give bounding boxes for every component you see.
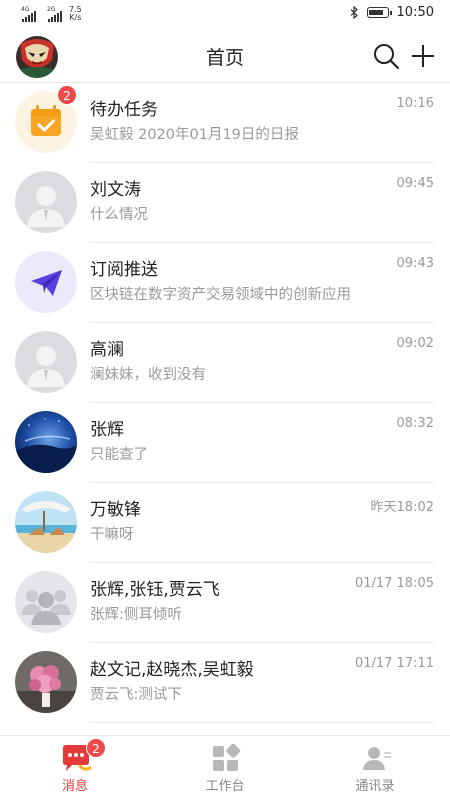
conversation-name: 万敏锋: [90, 500, 141, 520]
conversation-time: 10:16: [396, 96, 434, 111]
conversation-preview: 澜妹妹，收到没有: [90, 367, 206, 383]
conversation-name: 订阅推送: [90, 260, 158, 280]
conversation-preview: 吴虹毅 2020年01月19日的日报: [90, 127, 299, 143]
tab-contacts[interactable]: 通讯录: [300, 736, 450, 800]
status-right: 10:50: [350, 5, 434, 20]
tab-workbench[interactable]: 工作台: [150, 736, 300, 800]
status-left: 4G 2G 7.5 K/s: [21, 6, 82, 22]
conversation-time: 09:45: [396, 176, 434, 191]
paper-plane-icon: [31, 270, 62, 296]
conversation-preview: 只能查了: [90, 447, 148, 463]
workbench-grid-icon: [213, 744, 241, 771]
messages-badge: 2: [86, 738, 106, 758]
conversation-preview: 区块链在数字资产交易领域中的创新应用: [90, 287, 351, 303]
app-header: 首页: [0, 30, 450, 82]
unread-badge: 2: [57, 85, 77, 105]
subscribe-avatar: [15, 251, 77, 313]
tab-label: 通讯录: [355, 779, 395, 794]
conversation-name: 高澜: [90, 340, 124, 360]
conversation-time: 01/17 17:11: [354, 656, 434, 671]
conversation-time: 昨天18:02: [370, 500, 434, 515]
conversation-time: 09:02: [396, 336, 434, 351]
bottom-tab-bar: 2 消息 工作台 通讯录: [0, 735, 450, 800]
conversation-item[interactable]: 刘文涛 09:45 什么情况: [0, 163, 450, 243]
signal-2g-icon: 2G: [47, 6, 62, 22]
add-icon[interactable]: [409, 42, 437, 70]
network-speed: 7.5 K/s: [69, 6, 82, 22]
conversation-item-todo[interactable]: 2 待办任务 10:16 吴虹毅 2020年01月19日的日报: [0, 83, 450, 163]
conversation-name: 张辉,张钰,贾云飞: [90, 580, 220, 600]
tab-label: 工作台: [205, 779, 245, 794]
conversation-item[interactable]: 高澜 09:02 澜妹妹，收到没有: [0, 323, 450, 403]
group-avatar: [15, 571, 77, 633]
tab-messages[interactable]: 2 消息: [0, 736, 150, 800]
contacts-icon: [363, 747, 391, 770]
conversation-preview: 贾云飞:测试下: [90, 687, 182, 703]
tab-label: 消息: [61, 779, 88, 794]
signal-4g-icon: 4G: [21, 6, 36, 22]
conversation-item[interactable]: 万敏锋 昨天18:02 干嘛呀: [0, 483, 450, 563]
conversation-item-group[interactable]: 张辉,张钰,贾云飞 01/17 18:05 张辉:侧耳倾听: [0, 563, 450, 643]
default-person-avatar: [15, 171, 77, 233]
conversation-name: 赵文记,赵晓杰,吴虹毅: [90, 660, 254, 680]
signal-1-tag: 4G: [21, 6, 30, 13]
conversation-preview: 什么情况: [90, 207, 148, 223]
conversation-name: 张辉: [90, 420, 124, 440]
row-divider: [90, 722, 435, 723]
conversation-time: 09:43: [396, 256, 434, 271]
signal-2-tag: 2G: [47, 6, 56, 13]
conversation-preview: 张辉:侧耳倾听: [90, 607, 182, 623]
conversation-preview: 干嘛呀: [90, 527, 134, 543]
battery-icon: [366, 7, 392, 18]
conversation-item[interactable]: 赵文记,赵晓杰,吴虹毅 01/17 17:11 贾云飞:测试下: [0, 643, 450, 723]
photo-avatar-flowers: [15, 651, 77, 713]
conversation-name: 刘文涛: [90, 180, 141, 200]
photo-avatar-night-sky: [15, 411, 77, 473]
conversation-name: 待办任务: [90, 100, 158, 120]
default-person-avatar: [15, 331, 77, 393]
search-icon[interactable]: [372, 42, 400, 70]
conversation-time: 08:32: [396, 416, 434, 431]
status-time: 10:50: [396, 5, 434, 20]
conversation-list: 2 待办任务 10:16 吴虹毅 2020年01月19日的日报 刘文涛 09:4…: [0, 83, 450, 723]
conversation-item-subscribe[interactable]: 订阅推送 09:43 区块链在数字资产交易领域中的创新应用: [0, 243, 450, 323]
photo-avatar-beach: [15, 491, 77, 553]
bluetooth-icon: [350, 6, 358, 19]
network-speed-unit: K/s: [69, 13, 82, 22]
conversation-item[interactable]: 张辉 08:32 只能查了: [0, 403, 450, 483]
status-bar: 4G 2G 7.5 K/s 10:50: [0, 0, 450, 30]
conversation-time: 01/17 18:05: [354, 576, 434, 591]
